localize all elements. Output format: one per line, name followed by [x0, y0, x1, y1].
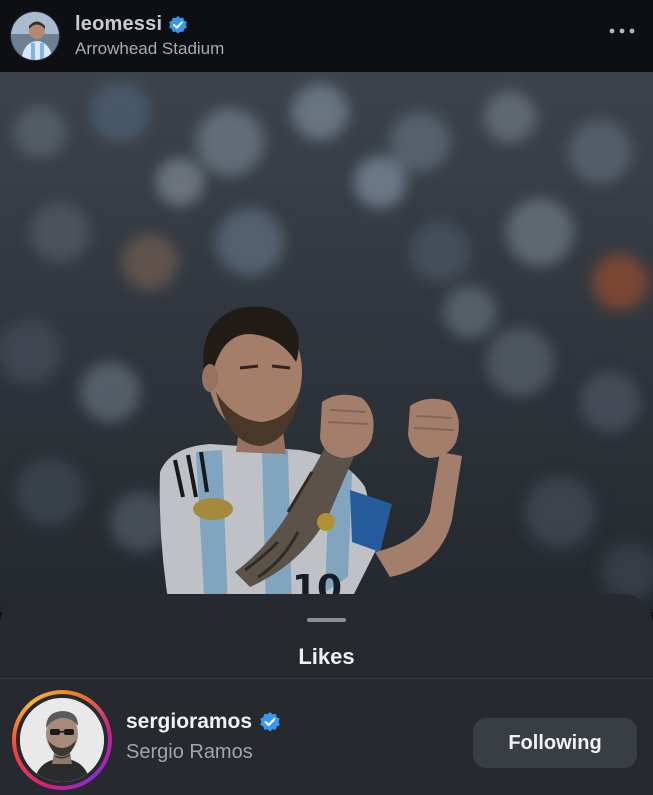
- liker-avatar: [20, 698, 104, 782]
- post-header: leomessi Arrowhead Stadium: [0, 0, 653, 72]
- post-photo[interactable]: 10: [0, 72, 653, 612]
- author-username[interactable]: leomessi: [75, 13, 162, 36]
- photo-image: 10: [0, 72, 653, 612]
- liker-full-name: Sergio Ramos: [126, 741, 253, 763]
- liker-info: sergioramos Sergio Ramos: [126, 710, 281, 764]
- more-horizontal-icon: [609, 28, 635, 34]
- profile-avatar[interactable]: [10, 11, 60, 61]
- sheet-title: Likes: [298, 644, 355, 669]
- author-row: leomessi: [75, 13, 224, 36]
- post-screen: leomessi Arrowhead Stadium 10 Likes serg…: [0, 0, 653, 795]
- liker-username[interactable]: sergioramos: [126, 710, 252, 734]
- story-ring[interactable]: [12, 690, 112, 790]
- post-location[interactable]: Arrowhead Stadium: [75, 39, 224, 59]
- verified-badge-icon: [259, 711, 281, 733]
- liker-list-item[interactable]: sergioramos Sergio Ramos Following: [0, 690, 653, 790]
- more-options-button[interactable]: [607, 18, 637, 44]
- sheet-drag-handle[interactable]: [307, 618, 346, 622]
- liker-user-row: sergioramos: [126, 710, 281, 734]
- post-author: leomessi Arrowhead Stadium: [75, 13, 224, 59]
- story-ring-gap: [16, 694, 108, 786]
- sheet-divider: [0, 678, 653, 679]
- likes-sheet: Likes sergioramos Sergio Ramos Following: [0, 594, 653, 795]
- verified-badge-icon: [168, 15, 188, 35]
- following-button[interactable]: Following: [473, 718, 637, 768]
